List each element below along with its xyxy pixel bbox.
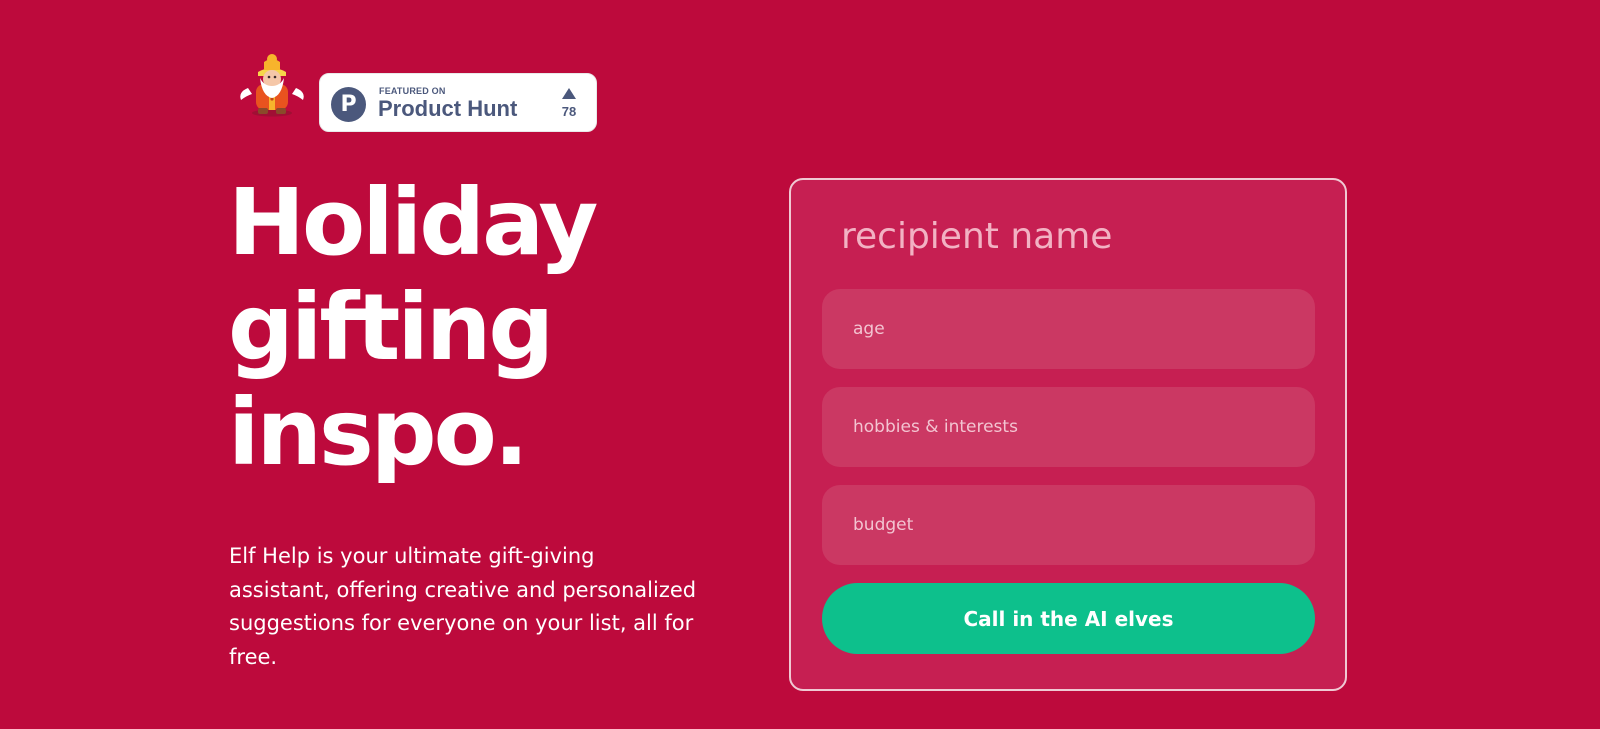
headline-line: Holiday bbox=[228, 169, 598, 276]
santa-logo-icon[interactable] bbox=[236, 52, 308, 118]
hobbies-input[interactable] bbox=[822, 387, 1315, 467]
hero-headline: Holiday gifting inspo. bbox=[228, 169, 598, 486]
product-hunt-logo-icon: P bbox=[331, 87, 366, 122]
headline-line: inspo. bbox=[228, 379, 529, 486]
hero-description: Elf Help is your ultimate gift-giving as… bbox=[229, 544, 697, 669]
badge-featured-label: FEATURED ON bbox=[379, 86, 446, 96]
call-ai-elves-button[interactable]: Call in the AI elves bbox=[822, 583, 1315, 654]
upvote-count: 78 bbox=[561, 104, 577, 119]
upvote-triangle-icon bbox=[562, 88, 576, 99]
badge-product-label: Product Hunt bbox=[378, 96, 518, 121]
product-hunt-badge[interactable]: P FEATURED ON Product Hunt 78 bbox=[319, 73, 597, 132]
headline-line: gifting bbox=[228, 274, 554, 381]
age-input[interactable] bbox=[822, 289, 1315, 369]
gift-form-card: Call in the AI elves bbox=[789, 178, 1347, 691]
budget-input[interactable] bbox=[822, 485, 1315, 565]
recipient-name-input[interactable] bbox=[841, 210, 1301, 262]
